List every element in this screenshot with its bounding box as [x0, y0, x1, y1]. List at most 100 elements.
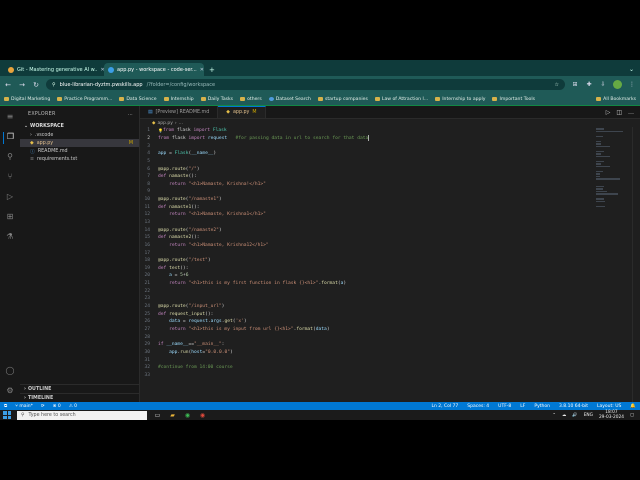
language-mode[interactable]: Python: [534, 404, 550, 409]
code-editor[interactable]: 1 💡 from flask import Flask 2 from flask imp…: [140, 127, 590, 379]
code-line[interactable]: 24 @app.route("/input_url"): [140, 303, 590, 311]
code-line[interactable]: 7 def namaste ():: [140, 173, 590, 181]
account-icon[interactable]: ◯: [3, 366, 17, 378]
breadcrumb-symbol[interactable]: ...: [179, 121, 183, 126]
code-line[interactable]: 22: [140, 287, 590, 295]
bookmark-law-of-attraction[interactable]: Law of Attraction l...: [374, 97, 428, 102]
forward-icon[interactable]: →: [18, 81, 26, 89]
code-line[interactable]: 28: [140, 333, 590, 341]
code-line[interactable]: 1 💡 from flask import Flask: [140, 127, 590, 135]
code-line[interactable]: 25 def request_input ():: [140, 310, 590, 318]
bookmark-star-icon[interactable]: ☆: [555, 82, 559, 88]
new-tab-button[interactable]: +: [204, 66, 220, 76]
all-bookmarks[interactable]: All Bookmarks: [596, 97, 636, 102]
code-line[interactable]: 27 return "<h1>this is my input from url…: [140, 326, 590, 334]
clock[interactable]: 18:07 29-03-2024: [599, 410, 624, 420]
task-view-icon[interactable]: ▭: [153, 411, 162, 420]
browser-tab-app[interactable]: app.py - workspace - code-ser... ✕: [104, 63, 204, 76]
run-debug-icon[interactable]: ▷: [3, 192, 17, 204]
bookmark-daily-tasks[interactable]: Daily Tasks: [200, 97, 233, 102]
code-line[interactable]: 30 app. run(host = "0.0.0.0"): [140, 349, 590, 357]
more-actions-icon[interactable]: …: [628, 109, 634, 116]
run-file-icon[interactable]: ▷: [606, 109, 611, 116]
code-line[interactable]: 20 a = 5 +6: [140, 272, 590, 280]
site-info-icon[interactable]: ⚲: [52, 82, 56, 88]
editor-scrollbar[interactable]: [632, 127, 640, 402]
warnings-indicator[interactable]: ⚠ 0: [69, 404, 77, 409]
code-line[interactable]: 33: [140, 372, 590, 380]
code-line[interactable]: 26 data = request. args. get('x'): [140, 318, 590, 326]
menu-kebab-icon[interactable]: ⋮: [628, 81, 636, 88]
extensions-icon[interactable]: ✚: [585, 81, 593, 88]
profile-avatar[interactable]: [613, 80, 622, 89]
outline-section[interactable]: › OUTLINE: [20, 384, 140, 393]
keyboard-layout[interactable]: Layout: US: [597, 404, 621, 409]
remote-indicator-icon[interactable]: ⧉: [4, 403, 7, 409]
tab-search-icon[interactable]: ⌄: [623, 66, 640, 76]
network-icon[interactable]: ☁: [562, 413, 566, 418]
testing-icon[interactable]: ⚗: [3, 232, 17, 244]
code-line[interactable]: 32 #continue from 14:00 course: [140, 364, 590, 372]
code-line[interactable]: 21 return "<h1>this is my first function…: [140, 280, 590, 288]
code-line[interactable]: 13: [140, 219, 590, 227]
code-line[interactable]: 12 return "<h1>Namaste, Krishna1</h1>": [140, 211, 590, 219]
bookmark-internship-to-apply[interactable]: Internship to apply: [435, 97, 485, 102]
code-line[interactable]: 6 @app.route("/"): [140, 165, 590, 173]
source-control-icon[interactable]: ⑂: [3, 172, 17, 184]
python-interpreter[interactable]: 3.8.10 64-bit: [559, 404, 588, 409]
more-actions-icon[interactable]: …: [128, 112, 133, 117]
code-line[interactable]: 14 @app.route("/namaste2"): [140, 226, 590, 234]
code-line[interactable]: 29 if __name__ == "__main__":: [140, 341, 590, 349]
windows-start-icon[interactable]: [3, 411, 11, 419]
taskbar-search[interactable]: ⚲ Type here to search: [17, 410, 147, 420]
chrome-icon[interactable]: ◉: [183, 411, 192, 420]
explorer-icon[interactable]: ❐: [3, 132, 17, 144]
bookmark-practice-programming[interactable]: Practice Programm...: [57, 97, 112, 102]
code-line[interactable]: 16 return "<h1>Namaste, Krishna12</h1>": [140, 242, 590, 250]
code-line[interactable]: 2 from flask import request #for passing …: [140, 135, 590, 143]
notification-center-icon[interactable]: ▢: [630, 413, 634, 418]
indentation[interactable]: Spaces: 4: [467, 404, 489, 409]
code-line[interactable]: 15 def namaste2 ():: [140, 234, 590, 242]
back-icon[interactable]: ←: [4, 81, 12, 89]
sync-icon[interactable]: ⟳: [41, 404, 45, 409]
bookmark-digital-marketing[interactable]: Digital Marketing: [4, 97, 50, 102]
app-icon[interactable]: ◉: [198, 411, 207, 420]
tab-app-py[interactable]: ◆ app.py M: [218, 106, 266, 118]
end-of-line[interactable]: LF: [520, 404, 525, 409]
code-line[interactable]: 4 app = Flask(__name__): [140, 150, 590, 158]
tree-item-vscode[interactable]: › .vscode: [20, 131, 139, 139]
reload-icon[interactable]: ↻: [32, 81, 40, 89]
menu-icon[interactable]: ≡: [3, 112, 17, 124]
cursor-position[interactable]: Ln 2, Col 77: [431, 404, 458, 409]
split-editor-icon[interactable]: ◫: [616, 109, 622, 116]
workspace-section[interactable]: ⌄ WORKSPACE: [20, 122, 139, 131]
gear-icon[interactable]: ⚙: [3, 386, 17, 398]
browser-tab-git[interactable]: Git - Mastering generative AI w.. ✕: [4, 63, 104, 76]
timeline-section[interactable]: › TIMELINE: [20, 393, 140, 402]
bookmark-startup-companies[interactable]: startup companies: [317, 97, 368, 102]
tree-item-readme[interactable]: ⓘ README.md: [20, 147, 139, 155]
downloads-icon[interactable]: ⇩: [599, 81, 607, 88]
code-line[interactable]: 5: [140, 158, 590, 166]
code-line[interactable]: 18 @app.route("/test"): [140, 257, 590, 265]
errors-indicator[interactable]: ⊗ 0: [53, 404, 61, 409]
file-explorer-icon[interactable]: ▰: [168, 411, 177, 420]
code-line[interactable]: 10 @app.route("/namaste1"): [140, 196, 590, 204]
tray-chevron-icon[interactable]: ⌃: [552, 413, 556, 418]
bookmark-dataset-search[interactable]: Dataset Search: [268, 97, 311, 102]
bookmark-data-science[interactable]: Data Science: [119, 97, 157, 102]
install-app-icon[interactable]: ⊞: [571, 81, 579, 88]
encoding[interactable]: UTF-8: [498, 404, 511, 409]
tree-item-app-py[interactable]: ◆ app.py M: [20, 139, 139, 147]
address-bar[interactable]: ⚲ blue-librarian-dyztm.pwskills.app/?fol…: [46, 79, 565, 90]
code-line[interactable]: 8 return "<h1>Namaste, Krishna!</h1>": [140, 180, 590, 188]
extensions-icon[interactable]: ⊞: [3, 212, 17, 224]
input-language[interactable]: ENG: [584, 413, 593, 418]
code-line[interactable]: 31: [140, 356, 590, 364]
bookmark-others[interactable]: others: [240, 97, 262, 102]
search-icon[interactable]: ⚲: [3, 152, 17, 164]
volume-icon[interactable]: 🔊: [572, 413, 577, 418]
bookmark-internship[interactable]: Internship: [163, 97, 194, 102]
bookmark-important-tools[interactable]: Important Tools: [492, 97, 535, 102]
